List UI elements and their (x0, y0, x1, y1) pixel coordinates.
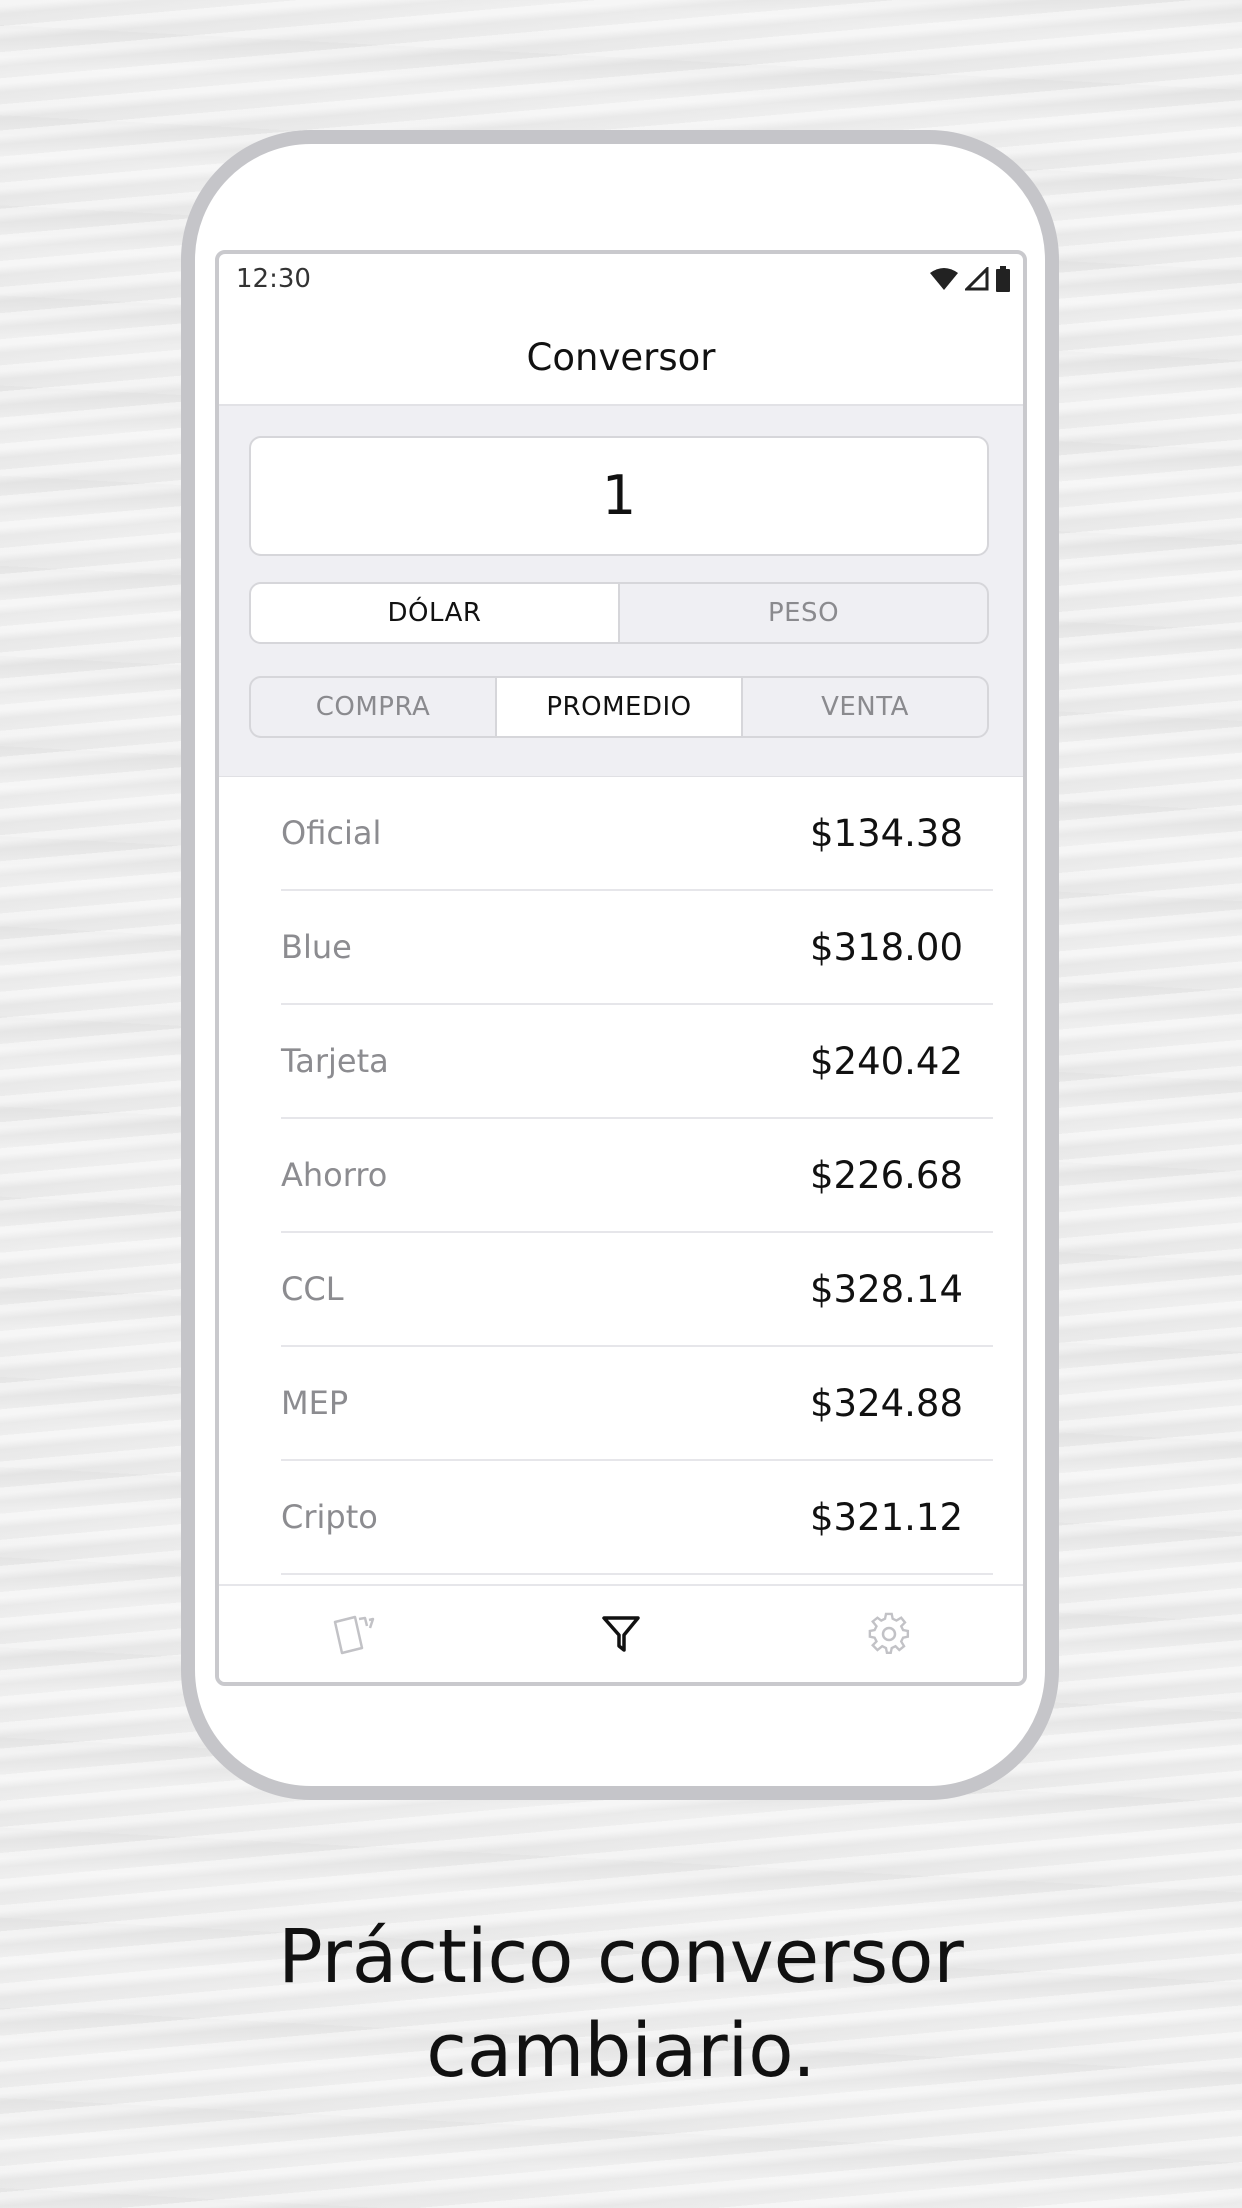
status-bar: 12:30 (219, 254, 1023, 310)
rate-value: $328.14 (809, 1267, 963, 1311)
battery-icon (996, 266, 1010, 292)
rate-name: Tarjeta (281, 1042, 389, 1080)
segment-dolar[interactable]: DÓLAR (251, 584, 618, 642)
rate-type-segmented-control: COMPRA PROMEDIO VENTA (249, 676, 989, 738)
caption-line-2: cambiario. (426, 2008, 816, 2094)
page-title: Conversor (526, 335, 716, 379)
rate-name: Cripto (281, 1498, 378, 1536)
filter-icon (602, 1616, 640, 1652)
caption-line-1: Práctico conversor (278, 1914, 964, 2000)
tab-converter[interactable] (561, 1594, 681, 1674)
navigation-bar: Conversor (219, 310, 1023, 406)
currency-segmented-control: DÓLAR PESO (249, 582, 989, 644)
rate-name: Ahorro (281, 1156, 388, 1194)
rate-name: CCL (281, 1270, 344, 1308)
list-item[interactable]: Tarjeta $240.42 (281, 1005, 993, 1119)
list-item[interactable]: MEP $324.88 (281, 1347, 993, 1461)
segment-compra[interactable]: COMPRA (251, 678, 495, 736)
list-item[interactable]: Oficial $134.38 (281, 777, 993, 891)
segment-peso[interactable]: PESO (618, 584, 987, 642)
segment-promedio[interactable]: PROMEDIO (495, 678, 741, 736)
signal-icon (965, 267, 989, 291)
list-item[interactable]: Cripto $321.12 (281, 1461, 993, 1575)
gear-icon (868, 1612, 910, 1655)
rate-value: $226.68 (809, 1153, 963, 1197)
wifi-icon (930, 268, 958, 290)
list-item[interactable]: CCL $328.14 (281, 1233, 993, 1347)
rate-value: $321.12 (809, 1495, 963, 1539)
rate-value: $324.88 (809, 1381, 963, 1425)
status-icons (929, 266, 1011, 292)
status-time: 12:30 (236, 264, 311, 294)
rate-value: $134.38 (809, 811, 963, 855)
rates-list: Oficial $134.38 Blue $318.00 Tarjeta $24… (219, 777, 1023, 1575)
tab-bar (219, 1584, 1023, 1682)
segment-venta[interactable]: VENTA (741, 678, 987, 736)
rate-value: $240.42 (809, 1039, 963, 1083)
list-item[interactable]: Ahorro $226.68 (281, 1119, 993, 1233)
amount-input[interactable]: 1 (249, 436, 989, 556)
app-screen: 12:30 Conversor 1 DÓLAR PESO COMPRA PROM… (215, 250, 1027, 1686)
rate-name: MEP (281, 1384, 349, 1422)
rate-name: Blue (281, 928, 352, 966)
cards-icon (333, 1615, 375, 1655)
promo-caption: Práctico conversor cambiario. (0, 1910, 1242, 2098)
converter-controls: 1 DÓLAR PESO COMPRA PROMEDIO VENTA (219, 406, 1023, 777)
rate-value: $318.00 (809, 925, 963, 969)
rate-name: Oficial (281, 814, 382, 852)
tab-settings[interactable] (829, 1594, 949, 1674)
tab-cards[interactable] (293, 1594, 413, 1674)
list-item[interactable]: Blue $318.00 (281, 891, 993, 1005)
